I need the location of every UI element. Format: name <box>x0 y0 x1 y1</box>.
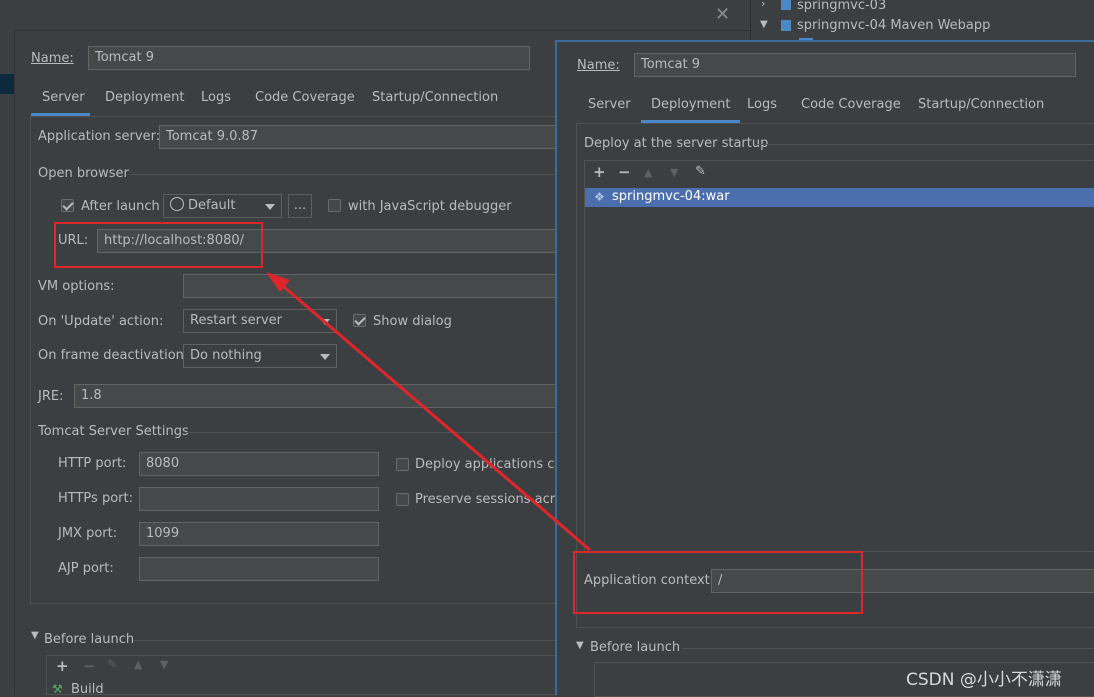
app-server-label: Application server: <box>38 129 161 144</box>
tree-item-label[interactable]: springmvc-03 <box>797 0 886 13</box>
globe-icon <box>170 197 184 211</box>
open-browser-separator <box>130 174 560 175</box>
artifact-list <box>584 160 1094 552</box>
after-launch-label: After launch <box>81 199 160 214</box>
move-down-icon[interactable]: ▼ <box>670 166 678 179</box>
close-icon[interactable]: ✕ <box>715 4 730 25</box>
vm-options-label: VM options: <box>38 279 115 294</box>
browse-button[interactable]: ... <box>288 194 312 218</box>
move-up-icon[interactable]: ▲ <box>134 658 142 671</box>
tab-code-coverage[interactable]: Code Coverage <box>255 90 355 105</box>
on-update-value: Restart server <box>190 313 283 328</box>
tab-deployment[interactable]: Deployment <box>651 97 731 112</box>
sidebar-selection <box>0 74 14 94</box>
app-context-highlight-box <box>573 551 863 614</box>
preserve-sessions-label: Preserve sessions across <box>415 492 577 507</box>
expand-chevron-icon[interactable]: ▼ <box>31 630 39 641</box>
add-icon[interactable]: + <box>56 657 69 675</box>
http-port-label: HTTP port: <box>58 456 127 471</box>
chevron-down-icon <box>265 204 275 210</box>
tomcat-settings-label: Tomcat Server Settings <box>38 424 189 439</box>
http-port-field[interactable]: 8080 <box>139 452 379 476</box>
browser-select-value: Default <box>188 198 236 213</box>
artifact-label: springmvc-04:war <box>612 189 730 204</box>
before-launch-separator <box>134 640 564 641</box>
show-dialog-label: Show dialog <box>373 314 452 329</box>
expanded-chevron-icon[interactable]: ▼ <box>760 19 768 30</box>
move-up-icon[interactable]: ▲ <box>644 166 652 179</box>
deploy-apps-checkbox[interactable] <box>396 458 409 471</box>
build-icon: ⚒ <box>52 682 63 696</box>
on-update-label: On 'Update' action: <box>38 314 164 329</box>
edit-icon[interactable]: ✎ <box>695 164 706 179</box>
jre-label: JRE: <box>38 389 64 404</box>
tomcat-settings-separator <box>185 432 565 433</box>
tab-logs[interactable]: Logs <box>747 97 777 112</box>
name-label: Name: <box>31 51 74 66</box>
js-debugger-checkbox[interactable] <box>328 199 341 212</box>
collapsed-chevron-icon[interactable]: › <box>761 0 765 10</box>
jmx-port-field[interactable]: 1099 <box>139 522 379 546</box>
on-frame-select[interactable]: Do nothing <box>183 344 337 368</box>
ajp-port-label: AJP port: <box>58 561 114 576</box>
tab-server[interactable]: Server <box>588 97 631 112</box>
tab-startup-connection[interactable]: Startup/Connection <box>372 90 498 105</box>
watermark: CSDN @小小不潇潇 <box>906 670 1062 690</box>
deploy-separator <box>755 144 1094 145</box>
expand-chevron-icon[interactable]: ▼ <box>576 640 584 651</box>
before-launch-label: Before launch <box>44 632 135 647</box>
before-launch-separator <box>682 648 1094 649</box>
deploy-label: Deploy at the server startup <box>584 136 769 151</box>
name-label: Name: <box>577 58 620 73</box>
chevron-down-icon <box>320 354 330 360</box>
on-update-select[interactable]: Restart server <box>183 309 337 333</box>
jre-field[interactable]: 1.8 <box>74 384 574 408</box>
jmx-port-label: JMX port: <box>58 526 118 541</box>
on-frame-label: On frame deactivation: <box>38 348 189 363</box>
browser-select[interactable]: Default <box>163 194 282 218</box>
add-icon[interactable]: + <box>593 163 606 181</box>
js-debugger-label: with JavaScript debugger <box>348 199 512 214</box>
dialog-header <box>0 0 750 31</box>
artifact-icon: ❖ <box>594 190 605 204</box>
app-server-select[interactable]: Tomcat 9.0.87 <box>159 125 579 149</box>
config-sidebar <box>0 30 15 695</box>
module-icon <box>781 0 791 10</box>
on-frame-value: Do nothing <box>190 348 262 363</box>
tree-item-label[interactable]: springmvc-04 Maven Webapp <box>797 18 990 33</box>
tab-server[interactable]: Server <box>42 90 85 105</box>
tab-deployment[interactable]: Deployment <box>105 90 185 105</box>
chevron-down-icon <box>320 319 330 325</box>
https-port-field[interactable] <box>139 487 379 511</box>
remove-icon[interactable]: − <box>618 163 631 181</box>
tab-logs[interactable]: Logs <box>201 90 231 105</box>
https-port-label: HTTPs port: <box>58 491 133 506</box>
before-launch-label: Before launch <box>590 640 681 655</box>
url-highlight-box <box>54 222 263 268</box>
name-field[interactable]: Tomcat 9 <box>88 46 530 70</box>
deploy-apps-label: Deploy applications con <box>415 457 571 472</box>
show-dialog-checkbox[interactable] <box>353 314 366 327</box>
name-field[interactable]: Tomcat 9 <box>634 53 1076 77</box>
ajp-port-field[interactable] <box>139 557 379 581</box>
edit-icon[interactable]: ✎ <box>107 657 117 671</box>
remove-icon[interactable]: − <box>83 657 96 675</box>
tab-startup-connection[interactable]: Startup/Connection <box>918 97 1044 112</box>
module-icon <box>781 20 791 31</box>
after-launch-checkbox[interactable] <box>61 199 74 212</box>
tab-code-coverage[interactable]: Code Coverage <box>801 97 901 112</box>
open-browser-label: Open browser <box>38 166 129 181</box>
move-down-icon[interactable]: ▼ <box>160 658 168 671</box>
preserve-sessions-checkbox[interactable] <box>396 493 409 506</box>
vm-options-field[interactable] <box>183 274 573 298</box>
